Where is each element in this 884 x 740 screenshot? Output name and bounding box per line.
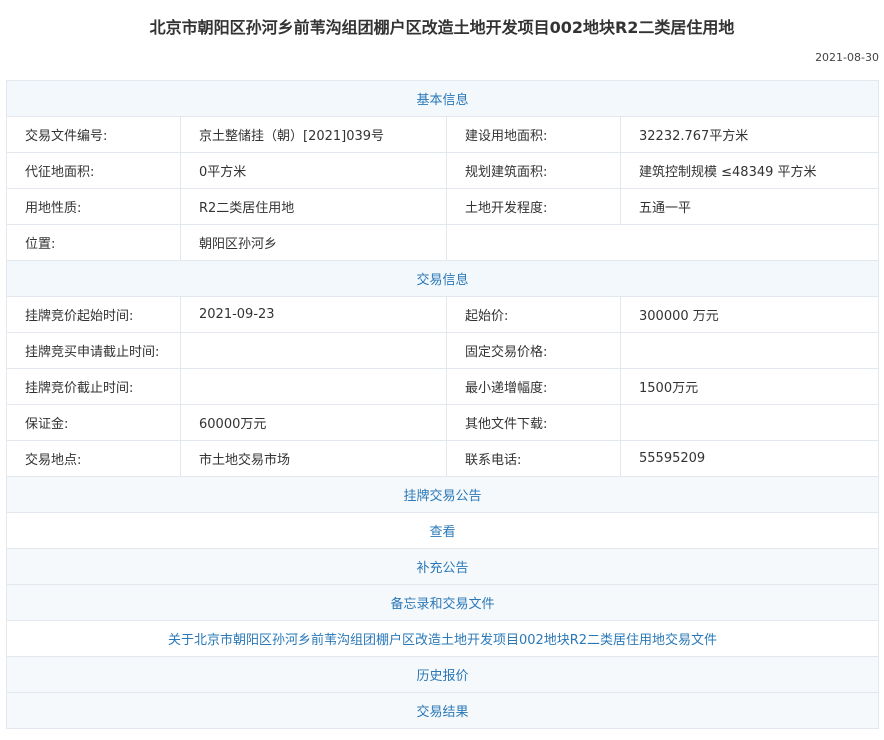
other-files-value [619, 404, 880, 441]
info-table: 基本信息 交易文件编号: 京土整储挂（朝）[2021]039号 建设用地面积: … [5, 80, 880, 729]
file-no-label: 交易文件编号: [6, 116, 181, 153]
basic-info-heading: 基本信息 [5, 80, 880, 117]
place-value: 市土地交易市场 [180, 440, 447, 477]
start-time-value: 2021-09-23 [180, 296, 447, 333]
link-row: 历史报价 [5, 656, 880, 693]
table-row: 挂牌竞价截止时间: 最小递增幅度: 1500万元 [6, 368, 880, 405]
levy-area-label: 代征地面积: [6, 152, 181, 189]
other-files-label: 其他文件下载: [446, 404, 621, 441]
result-link[interactable]: 交易结果 [5, 692, 880, 729]
deposit-value: 60000万元 [180, 404, 447, 441]
trade-info-heading: 交易信息 [5, 260, 880, 297]
table-row: 交易文件编号: 京土整储挂（朝）[2021]039号 建设用地面积: 32232… [6, 116, 880, 153]
publish-date: 2021-08-30 [815, 51, 879, 64]
table-row: 位置: 朝阳区孙河乡 [6, 224, 880, 261]
link-row: 挂牌交易公告 [5, 476, 880, 513]
apply-deadline-label: 挂牌竞买申请截止时间: [6, 332, 181, 369]
start-price-label: 起始价: [446, 296, 621, 333]
start-price-value: 300000 万元 [619, 296, 880, 333]
section-header-trade: 交易信息 [5, 260, 880, 297]
dev-level-value: 五通一平 [619, 188, 880, 225]
link-row: 查看 [5, 512, 880, 549]
land-use-value: R2二类居住用地 [180, 188, 447, 225]
trade-file-link[interactable]: 关于北京市朝阳区孙河乡前苇沟组团棚户区改造土地开发项目002地块R2二类居住用地… [5, 620, 880, 657]
place-label: 交易地点: [6, 440, 181, 477]
link-row: 关于北京市朝阳区孙河乡前苇沟组团棚户区改造土地开发项目002地块R2二类居住用地… [5, 620, 880, 657]
location-label: 位置: [6, 224, 181, 261]
table-row: 代征地面积: 0平方米 规划建筑面积: 建筑控制规模 ≤48349 平方米 [6, 152, 880, 189]
table-row: 挂牌竞买申请截止时间: 固定交易价格: [6, 332, 880, 369]
file-no-value: 京土整储挂（朝）[2021]039号 [180, 116, 447, 153]
plan-area-label: 规划建筑面积: [446, 152, 621, 189]
link-row: 交易结果 [5, 692, 880, 729]
build-area-value: 32232.767平方米 [619, 116, 880, 153]
info-panel: 基本信息 交易文件编号: 京土整储挂（朝）[2021]039号 建设用地面积: … [5, 80, 880, 729]
empty-cell [445, 224, 880, 261]
land-use-label: 用地性质: [6, 188, 181, 225]
link-row: 补充公告 [5, 548, 880, 585]
location-value: 朝阳区孙河乡 [180, 224, 447, 261]
plan-area-value: 建筑控制规模 ≤48349 平方米 [619, 152, 880, 189]
phone-value: 55595209 [619, 440, 880, 477]
min-increment-label: 最小递增幅度: [446, 368, 621, 405]
fixed-price-value [619, 332, 880, 369]
dev-level-label: 土地开发程度: [446, 188, 621, 225]
table-row: 用地性质: R2二类居住用地 土地开发程度: 五通一平 [6, 188, 880, 225]
announcement-link[interactable]: 挂牌交易公告 [5, 476, 880, 513]
bid-deadline-label: 挂牌竞价截止时间: [6, 368, 181, 405]
table-row: 交易地点: 市土地交易市场 联系电话: 55595209 [6, 440, 880, 477]
supplement-link[interactable]: 补充公告 [5, 548, 880, 585]
section-header-basic: 基本信息 [5, 80, 880, 117]
build-area-label: 建设用地面积: [446, 116, 621, 153]
link-row: 备忘录和交易文件 [5, 584, 880, 621]
table-row: 保证金: 60000万元 其他文件下载: [6, 404, 880, 441]
view-link[interactable]: 查看 [5, 512, 880, 549]
memo-link[interactable]: 备忘录和交易文件 [5, 584, 880, 621]
phone-label: 联系电话: [446, 440, 621, 477]
fixed-price-label: 固定交易价格: [446, 332, 621, 369]
min-increment-value: 1500万元 [619, 368, 880, 405]
bid-deadline-value [180, 368, 447, 405]
history-link[interactable]: 历史报价 [5, 656, 880, 693]
levy-area-value: 0平方米 [180, 152, 447, 189]
table-row: 挂牌竞价起始时间: 2021-09-23 起始价: 300000 万元 [6, 296, 880, 333]
deposit-label: 保证金: [6, 404, 181, 441]
apply-deadline-value [180, 332, 447, 369]
start-time-label: 挂牌竞价起始时间: [6, 296, 181, 333]
page-title: 北京市朝阳区孙河乡前苇沟组团棚户区改造土地开发项目002地块R2二类居住用地 [149, 18, 735, 37]
